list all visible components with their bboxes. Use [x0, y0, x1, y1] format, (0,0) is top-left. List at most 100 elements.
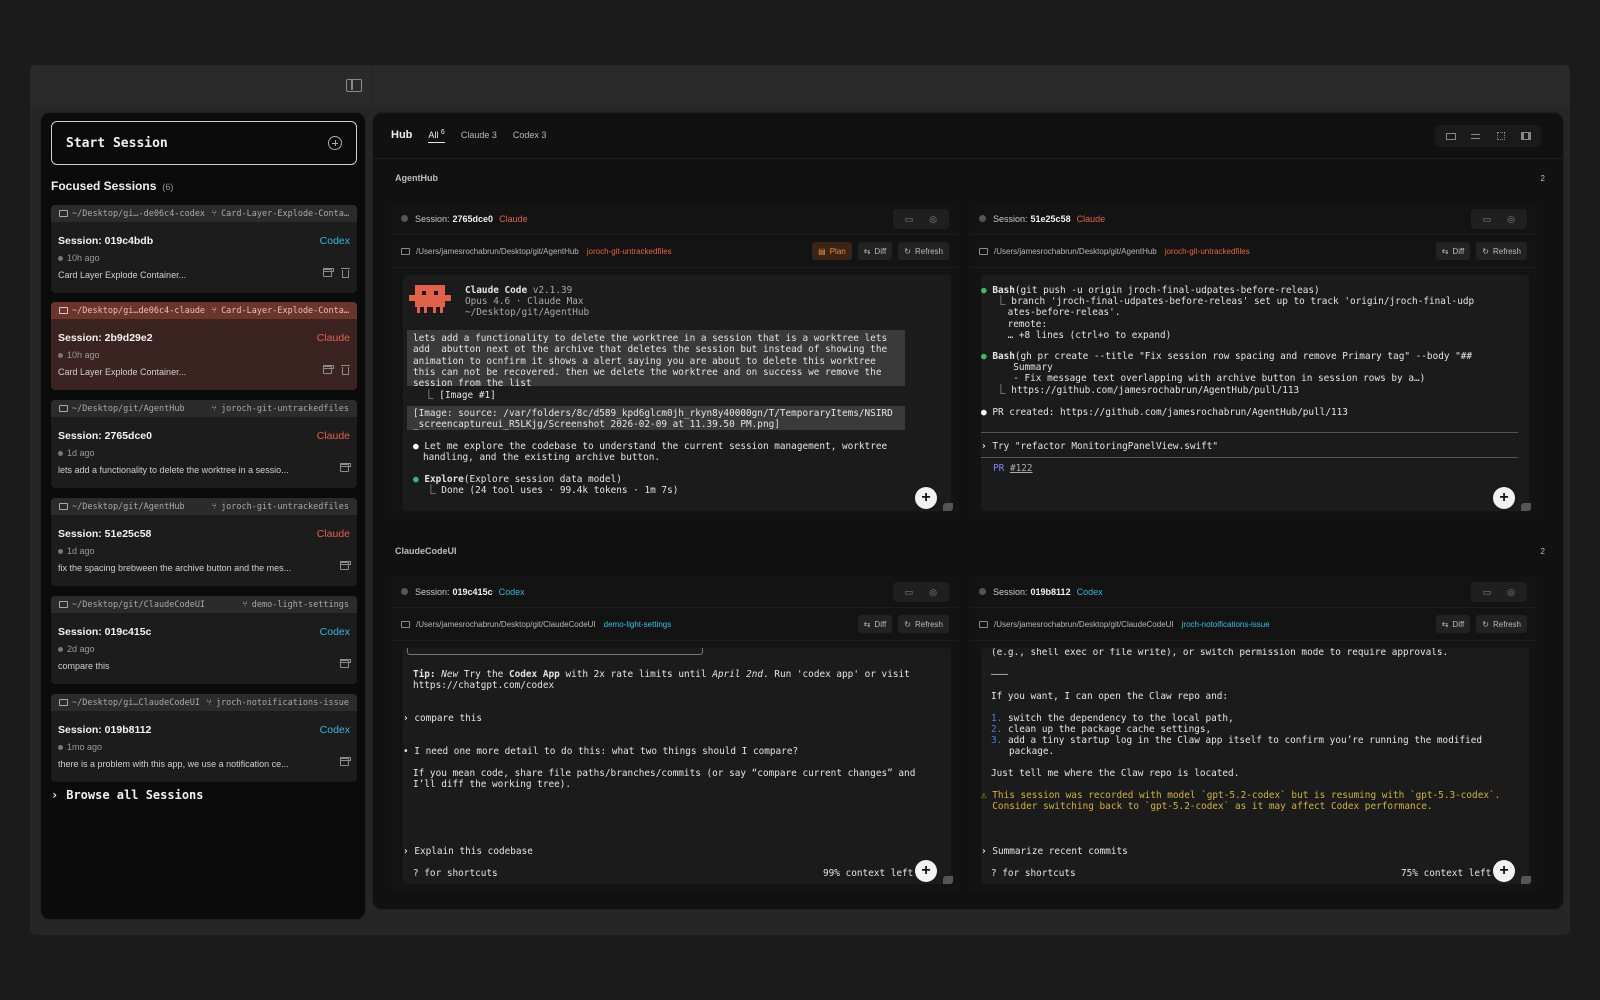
terminal-view[interactable]: ● Bash(git push -u origin jroch-final-ud… — [981, 275, 1529, 511]
diff-label: Diff — [1452, 246, 1465, 256]
status-dot — [401, 215, 408, 222]
start-session-button[interactable]: Start Session — [51, 121, 357, 165]
folder-icon — [59, 307, 68, 314]
tab-codex[interactable]: Codex 3 — [513, 130, 547, 140]
plus-circle-icon — [328, 136, 342, 150]
branch-icon: ⑂ — [211, 305, 218, 316]
provider-label: Codex — [319, 724, 350, 736]
add-button[interactable]: + — [915, 860, 937, 882]
image-attachment-line: _screencaptureui_R5LKjg/Screenshot 2026-… — [413, 419, 780, 431]
plan-button[interactable]: ▤ Plan — [812, 242, 852, 260]
session-card[interactable]: ~/Desktop/git/ClaudeCodeUI ⑂ demo-light-s… — [51, 596, 357, 684]
hub-divider — [373, 158, 1565, 159]
add-button[interactable]: + — [1493, 860, 1515, 882]
resize-handle[interactable] — [943, 876, 953, 884]
archive-icon[interactable] — [340, 561, 351, 570]
tip-label: Tip: — [413, 669, 436, 680]
monitor-icon[interactable]: ◎ — [1499, 584, 1523, 600]
monitor-icon[interactable]: ◎ — [1499, 211, 1523, 227]
status-dot — [58, 352, 63, 358]
add-button[interactable]: + — [1493, 487, 1515, 509]
prompt-input[interactable]: Try "refactor MonitoringPanelView.swift" — [992, 441, 1218, 452]
shortcuts-hint: ? for shortcuts — [991, 868, 1076, 879]
monitor-icon[interactable]: ◎ — [921, 211, 945, 227]
provider-badge: Codex — [1076, 586, 1103, 597]
panel-header: Session: 019b8112 Codex ▭ ◎ — [969, 576, 1537, 608]
sidebar-toggle-icon[interactable] — [346, 79, 362, 92]
diff-button[interactable]: ⇆ Diff — [1435, 242, 1471, 260]
trash-icon[interactable] — [341, 365, 350, 375]
diff-button[interactable]: ⇆ Diff — [1435, 615, 1471, 633]
monitor-icon[interactable]: ◎ — [921, 584, 945, 600]
reply-line: Just tell me where the Claw repo is loca… — [991, 768, 1240, 779]
tab-claude[interactable]: Claude 3 — [461, 130, 497, 140]
resize-handle[interactable] — [1521, 876, 1531, 884]
diff-label: Diff — [874, 246, 887, 256]
open-window-icon[interactable]: ▭ — [1475, 584, 1499, 600]
prompt-input[interactable]: Summarize recent commits — [992, 846, 1127, 857]
pr-link[interactable]: #122 — [1010, 463, 1033, 474]
session-branch: jroch-notoifications-issue — [215, 697, 349, 708]
single-view-icon[interactable] — [1438, 128, 1463, 144]
trash-icon[interactable] — [341, 268, 350, 278]
archive-icon[interactable] — [323, 268, 334, 277]
resize-handle[interactable] — [943, 503, 953, 511]
user-prompt-line: this can not be recovered. then we delet… — [413, 366, 882, 378]
archive-icon[interactable] — [340, 659, 351, 668]
terminal-view[interactable]: (e.g., shell exec or file write), or swi… — [981, 648, 1529, 884]
session-card[interactable]: ~/Desktop/gi…de06c4-claude ⑂ Card-Layer-E… — [51, 302, 357, 390]
resize-handle[interactable] — [1521, 503, 1531, 511]
tip-new: New — [441, 669, 459, 680]
hub-tabs: Hub All 6 Claude 3 Codex 3 — [391, 129, 546, 143]
session-card-header: ~/Desktop/gi…de06c4-claude ⑂ Card-Layer-E… — [51, 302, 357, 319]
session-label: Session: — [993, 213, 1028, 224]
session-card-header: ~/Desktop/git/ClaudeCodeUI ⑂ demo-light-s… — [51, 596, 357, 613]
provider-label: Codex — [319, 235, 350, 247]
open-window-icon[interactable]: ▭ — [897, 584, 921, 600]
focused-sessions-title: Focused Sessions — [51, 179, 157, 193]
session-card-header: ~/Desktop/gi…-de06c4-codex ⑂ Card-Layer-E… — [51, 205, 357, 222]
terminal-view[interactable]: Claude Code v2.1.39 Opus 4.6 · Claude Ma… — [403, 275, 951, 511]
session-message: there is a problem with this app, we use… — [58, 759, 289, 769]
add-button[interactable]: + — [915, 487, 937, 509]
tool-result: ⎿ Done (24 tool uses · 99.4k tokens · 1m… — [415, 485, 679, 496]
archive-icon[interactable] — [340, 463, 351, 472]
list-view-icon[interactable] — [1463, 128, 1488, 144]
session-time-row: 1d ago — [58, 448, 95, 458]
open-window-icon[interactable]: ▭ — [1475, 211, 1499, 227]
session-card[interactable]: ~/Desktop/git/AgentHub ⑂ joroch-git-untra… — [51, 498, 357, 586]
session-message: Card Layer Explode Container... — [58, 367, 187, 377]
refresh-button[interactable]: ↻ Refresh — [898, 615, 949, 633]
tab-all[interactable]: All 6 — [428, 129, 445, 143]
session-card[interactable]: ~/Desktop/gi…-de06c4-codex ⑂ Card-Layer-E… — [51, 205, 357, 293]
user-message: compare this — [414, 713, 483, 724]
refresh-label: Refresh — [914, 619, 943, 629]
archive-icon[interactable] — [340, 757, 351, 766]
archive-icon[interactable] — [323, 365, 334, 374]
refresh-label: Refresh — [914, 246, 943, 256]
session-branch: Card-Layer-Explode-Conta… — [221, 208, 349, 219]
columns-view-icon[interactable] — [1513, 128, 1538, 144]
session-branch: demo-light-settings — [251, 599, 349, 610]
refresh-button[interactable]: ↻ Refresh — [1476, 242, 1527, 260]
open-window-icon[interactable]: ▭ — [897, 211, 921, 227]
tip-date: April 2nd — [712, 669, 764, 680]
browse-all-sessions-button[interactable]: › Browse all Sessions — [51, 788, 204, 802]
session-card[interactable]: ~/Desktop/gi…ClaudeCodeUI ⑂ jroch-notoifi… — [51, 694, 357, 782]
folder-icon — [401, 248, 410, 255]
branch-name: demo-light-settings — [603, 620, 672, 629]
session-id: 019c415c — [452, 586, 493, 597]
session-time: 2d ago — [67, 644, 95, 654]
status-dot — [58, 548, 63, 554]
panel-header-actions: ▭ ◎ — [893, 209, 949, 229]
prompt-input[interactable]: Explain this codebase — [414, 846, 533, 857]
refresh-button[interactable]: ↻ Refresh — [1476, 615, 1527, 633]
diff-button[interactable]: ⇆ Diff — [857, 615, 893, 633]
refresh-icon: ↻ — [1482, 619, 1489, 629]
diff-button[interactable]: ⇆ Diff — [857, 242, 893, 260]
grid-view-icon[interactable] — [1488, 128, 1513, 144]
titlebar-divider — [372, 65, 373, 107]
session-card[interactable]: ~/Desktop/git/AgentHub ⑂ joroch-git-untra… — [51, 400, 357, 488]
refresh-button[interactable]: ↻ Refresh — [898, 242, 949, 260]
terminal-view[interactable]: Tip: New Try the Codex App with 2x rate … — [403, 648, 951, 884]
